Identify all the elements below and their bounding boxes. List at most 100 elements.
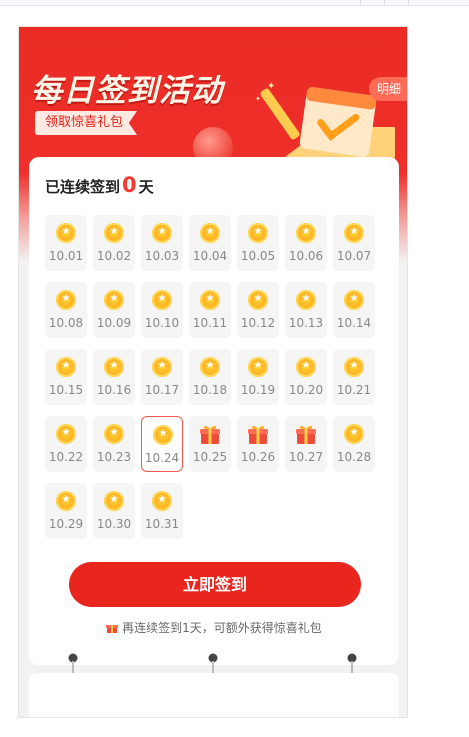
- day-label: 10.23: [96, 450, 132, 464]
- coin-icon: [344, 290, 364, 310]
- day-cell[interactable]: 10.14: [333, 282, 375, 338]
- day-cell[interactable]: 10.26: [237, 416, 279, 472]
- phone-frame: 每日签到活动 领取惊喜礼包 ✦ ✦ 明细 已连续签到 0 天 10.01 10.0…: [18, 26, 408, 718]
- coin-icon: [200, 357, 220, 377]
- day-cell[interactable]: 10.27: [285, 416, 327, 472]
- coin-icon: [296, 223, 316, 243]
- day-cell[interactable]: 10.02: [93, 215, 135, 271]
- checkin-card: 已连续签到 0 天 10.01 10.02 10.03 10.04 10.05 10.06…: [29, 157, 399, 665]
- day-cell[interactable]: 10.01: [45, 215, 87, 271]
- coin-icon: [200, 223, 220, 243]
- bonus-tip-text: 再连续签到1天，可额外获得惊喜礼包: [122, 621, 322, 635]
- day-cell[interactable]: 10.31: [141, 483, 183, 539]
- day-label: 10.24: [144, 451, 180, 465]
- day-label: 10.09: [96, 316, 132, 330]
- divider: [384, 0, 385, 6]
- day-cell[interactable]: 10.20: [285, 349, 327, 405]
- coin-icon: [200, 290, 220, 310]
- day-label: 10.08: [48, 316, 84, 330]
- day-label: 10.03: [144, 249, 180, 263]
- day-cell[interactable]: 10.06: [285, 215, 327, 271]
- day-label: 10.07: [336, 249, 372, 263]
- day-label: 10.02: [96, 249, 132, 263]
- gift-pack-tag: 领取惊喜礼包: [35, 111, 138, 135]
- day-cell[interactable]: 10.05: [237, 215, 279, 271]
- day-label: 10.22: [48, 450, 84, 464]
- day-cell[interactable]: 10.21: [333, 349, 375, 405]
- day-cell[interactable]: 10.13: [285, 282, 327, 338]
- browser-top-strip: [0, 0, 469, 6]
- lower-card: [29, 673, 399, 717]
- coin-icon: [56, 491, 76, 511]
- detail-button[interactable]: 明细: [369, 77, 407, 101]
- day-cell[interactable]: 10.11: [189, 282, 231, 338]
- day-cell[interactable]: 10.22: [45, 416, 87, 472]
- coin-icon: [344, 223, 364, 243]
- day-label: 10.01: [48, 249, 84, 263]
- streak-counter: 已连续签到 0 天: [45, 173, 154, 197]
- day-cell[interactable]: 10.28: [333, 416, 375, 472]
- day-label: 10.31: [144, 517, 180, 531]
- day-label: 10.05: [240, 249, 276, 263]
- day-cell[interactable]: 10.07: [333, 215, 375, 271]
- day-cell[interactable]: 10.24: [141, 416, 183, 472]
- coin-icon: [104, 357, 124, 377]
- activity-title: 每日签到活动: [31, 73, 223, 109]
- day-cell[interactable]: 10.12: [237, 282, 279, 338]
- coin-icon: [248, 290, 268, 310]
- coin-icon: [56, 290, 76, 310]
- svg-text:✦: ✦: [267, 81, 275, 92]
- coin-icon: [56, 357, 76, 377]
- day-label: 10.30: [96, 517, 132, 531]
- gift-icon: [200, 425, 220, 444]
- coin-icon: [56, 223, 76, 243]
- day-cell[interactable]: 10.17: [141, 349, 183, 405]
- day-label: 10.19: [240, 383, 276, 397]
- gift-icon: [106, 625, 119, 633]
- streak-prefix: 已连续签到: [45, 178, 121, 196]
- coin-icon: [296, 357, 316, 377]
- coin-icon: [344, 357, 364, 377]
- day-label: 10.29: [48, 517, 84, 531]
- coin-icon: [104, 491, 124, 511]
- day-label: 10.18: [192, 383, 228, 397]
- day-cell[interactable]: 10.08: [45, 282, 87, 338]
- svg-text:✦: ✦: [255, 95, 261, 103]
- day-cell[interactable]: 10.04: [189, 215, 231, 271]
- day-cell[interactable]: 10.15: [45, 349, 87, 405]
- gift-icon: [296, 425, 316, 444]
- day-cell[interactable]: 10.03: [141, 215, 183, 271]
- day-cell[interactable]: 10.16: [93, 349, 135, 405]
- day-cell[interactable]: 10.10: [141, 282, 183, 338]
- day-label: 10.15: [48, 383, 84, 397]
- coin-icon: [104, 424, 124, 444]
- day-cell[interactable]: 10.30: [93, 483, 135, 539]
- day-label: 10.10: [144, 316, 180, 330]
- day-label: 10.25: [192, 450, 228, 464]
- day-cell[interactable]: 10.29: [45, 483, 87, 539]
- day-cell[interactable]: 10.23: [93, 416, 135, 472]
- coin-icon: [104, 223, 124, 243]
- day-label: 10.17: [144, 383, 180, 397]
- coin-icon: [248, 357, 268, 377]
- streak-count: 0: [122, 173, 137, 197]
- bonus-tip: 再连续签到1天，可额外获得惊喜礼包: [29, 619, 399, 636]
- coin-icon: [153, 425, 173, 445]
- day-label: 10.06: [288, 249, 324, 263]
- coin-icon: [344, 424, 364, 444]
- day-cell[interactable]: 10.25: [189, 416, 231, 472]
- day-label: 10.13: [288, 316, 324, 330]
- coin-icon: [296, 290, 316, 310]
- day-label: 10.21: [336, 383, 372, 397]
- coin-icon: [104, 290, 124, 310]
- day-label: 10.11: [192, 316, 228, 330]
- coin-icon: [248, 223, 268, 243]
- day-label: 10.26: [240, 450, 276, 464]
- streak-suffix: 天: [138, 178, 154, 196]
- coin-icon: [152, 290, 172, 310]
- day-cell[interactable]: 10.09: [93, 282, 135, 338]
- day-cell[interactable]: 10.18: [189, 349, 231, 405]
- coin-icon: [152, 491, 172, 511]
- sign-in-button[interactable]: 立即签到: [69, 562, 361, 607]
- day-cell[interactable]: 10.19: [237, 349, 279, 405]
